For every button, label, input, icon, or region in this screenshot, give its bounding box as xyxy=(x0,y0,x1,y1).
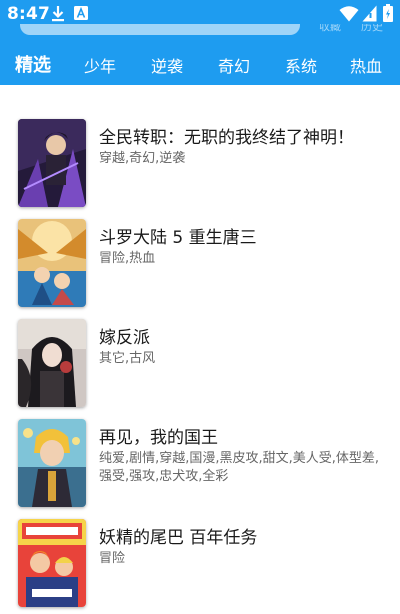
book-cover xyxy=(18,219,86,307)
book-title: 全民转职：无职的我终结了神明！ xyxy=(99,128,354,148)
a-notification-icon xyxy=(74,6,88,20)
book-cover xyxy=(18,119,86,207)
book-title: 再见，我的国王 xyxy=(99,428,218,448)
search-bar[interactable] xyxy=(20,24,300,35)
book-cover xyxy=(18,319,86,407)
book-cover xyxy=(18,519,86,607)
book-tags: 穿越,奇幻,逆袭 xyxy=(99,151,186,166)
book-tags: 纯爱,剧情,穿越,国漫,黑皮攻,甜文,美人受,体型差,强受,强攻,忠犬攻,全彩 xyxy=(99,451,380,484)
history-label[interactable]: 历史 xyxy=(361,24,383,34)
category-tabs: 精选 少年 逆袭 奇幻 系统 热血 xyxy=(0,47,400,81)
wifi-icon xyxy=(339,6,359,22)
status-time: 8:47 xyxy=(7,4,51,24)
tab-youth[interactable]: 少年 xyxy=(84,53,116,77)
tab-passion[interactable]: 热血 xyxy=(350,53,382,77)
book-list: 全民转职：无职的我终结了神明！ 穿越,奇幻,逆袭 斗罗大陆 5 重生唐三 冒险,… xyxy=(0,85,400,614)
book-title: 斗罗大陆 5 重生唐三 xyxy=(99,228,257,248)
book-title: 嫁反派 xyxy=(99,328,150,348)
list-item[interactable]: 妖精的尾巴 百年任务 冒险 xyxy=(0,519,400,614)
list-item[interactable]: 嫁反派 其它,古风 xyxy=(0,319,400,419)
book-tags: 其它,古风 xyxy=(99,351,156,366)
list-item[interactable]: 再见，我的国王 纯爱,剧情,穿越,国漫,黑皮攻,甜文,美人受,体型差,强受,强攻… xyxy=(0,419,400,519)
book-cover xyxy=(18,419,86,507)
signal-icon xyxy=(362,5,377,22)
tab-fantasy[interactable]: 奇幻 xyxy=(218,53,250,77)
download-icon xyxy=(52,6,64,22)
tab-system[interactable]: 系统 xyxy=(285,53,317,77)
list-item-partial[interactable] xyxy=(0,85,400,88)
top-header: 8:47 収藏 历史 精选 少年 逆袭 奇幻 系统 热血 xyxy=(0,0,400,85)
book-tags: 冒险,热血 xyxy=(99,251,156,266)
book-tags: 冒险 xyxy=(99,551,126,566)
tab-featured[interactable]: 精选 xyxy=(15,51,51,77)
book-title: 妖精的尾巴 百年任务 xyxy=(99,528,258,548)
list-item[interactable]: 斗罗大陆 5 重生唐三 冒险,热血 xyxy=(0,219,400,319)
tab-comeback[interactable]: 逆袭 xyxy=(151,53,183,77)
favorites-label[interactable]: 収藏 xyxy=(319,24,341,34)
battery-icon xyxy=(383,4,393,22)
list-item[interactable]: 全民转职：无职的我终结了神明！ 穿越,奇幻,逆袭 xyxy=(0,119,400,219)
